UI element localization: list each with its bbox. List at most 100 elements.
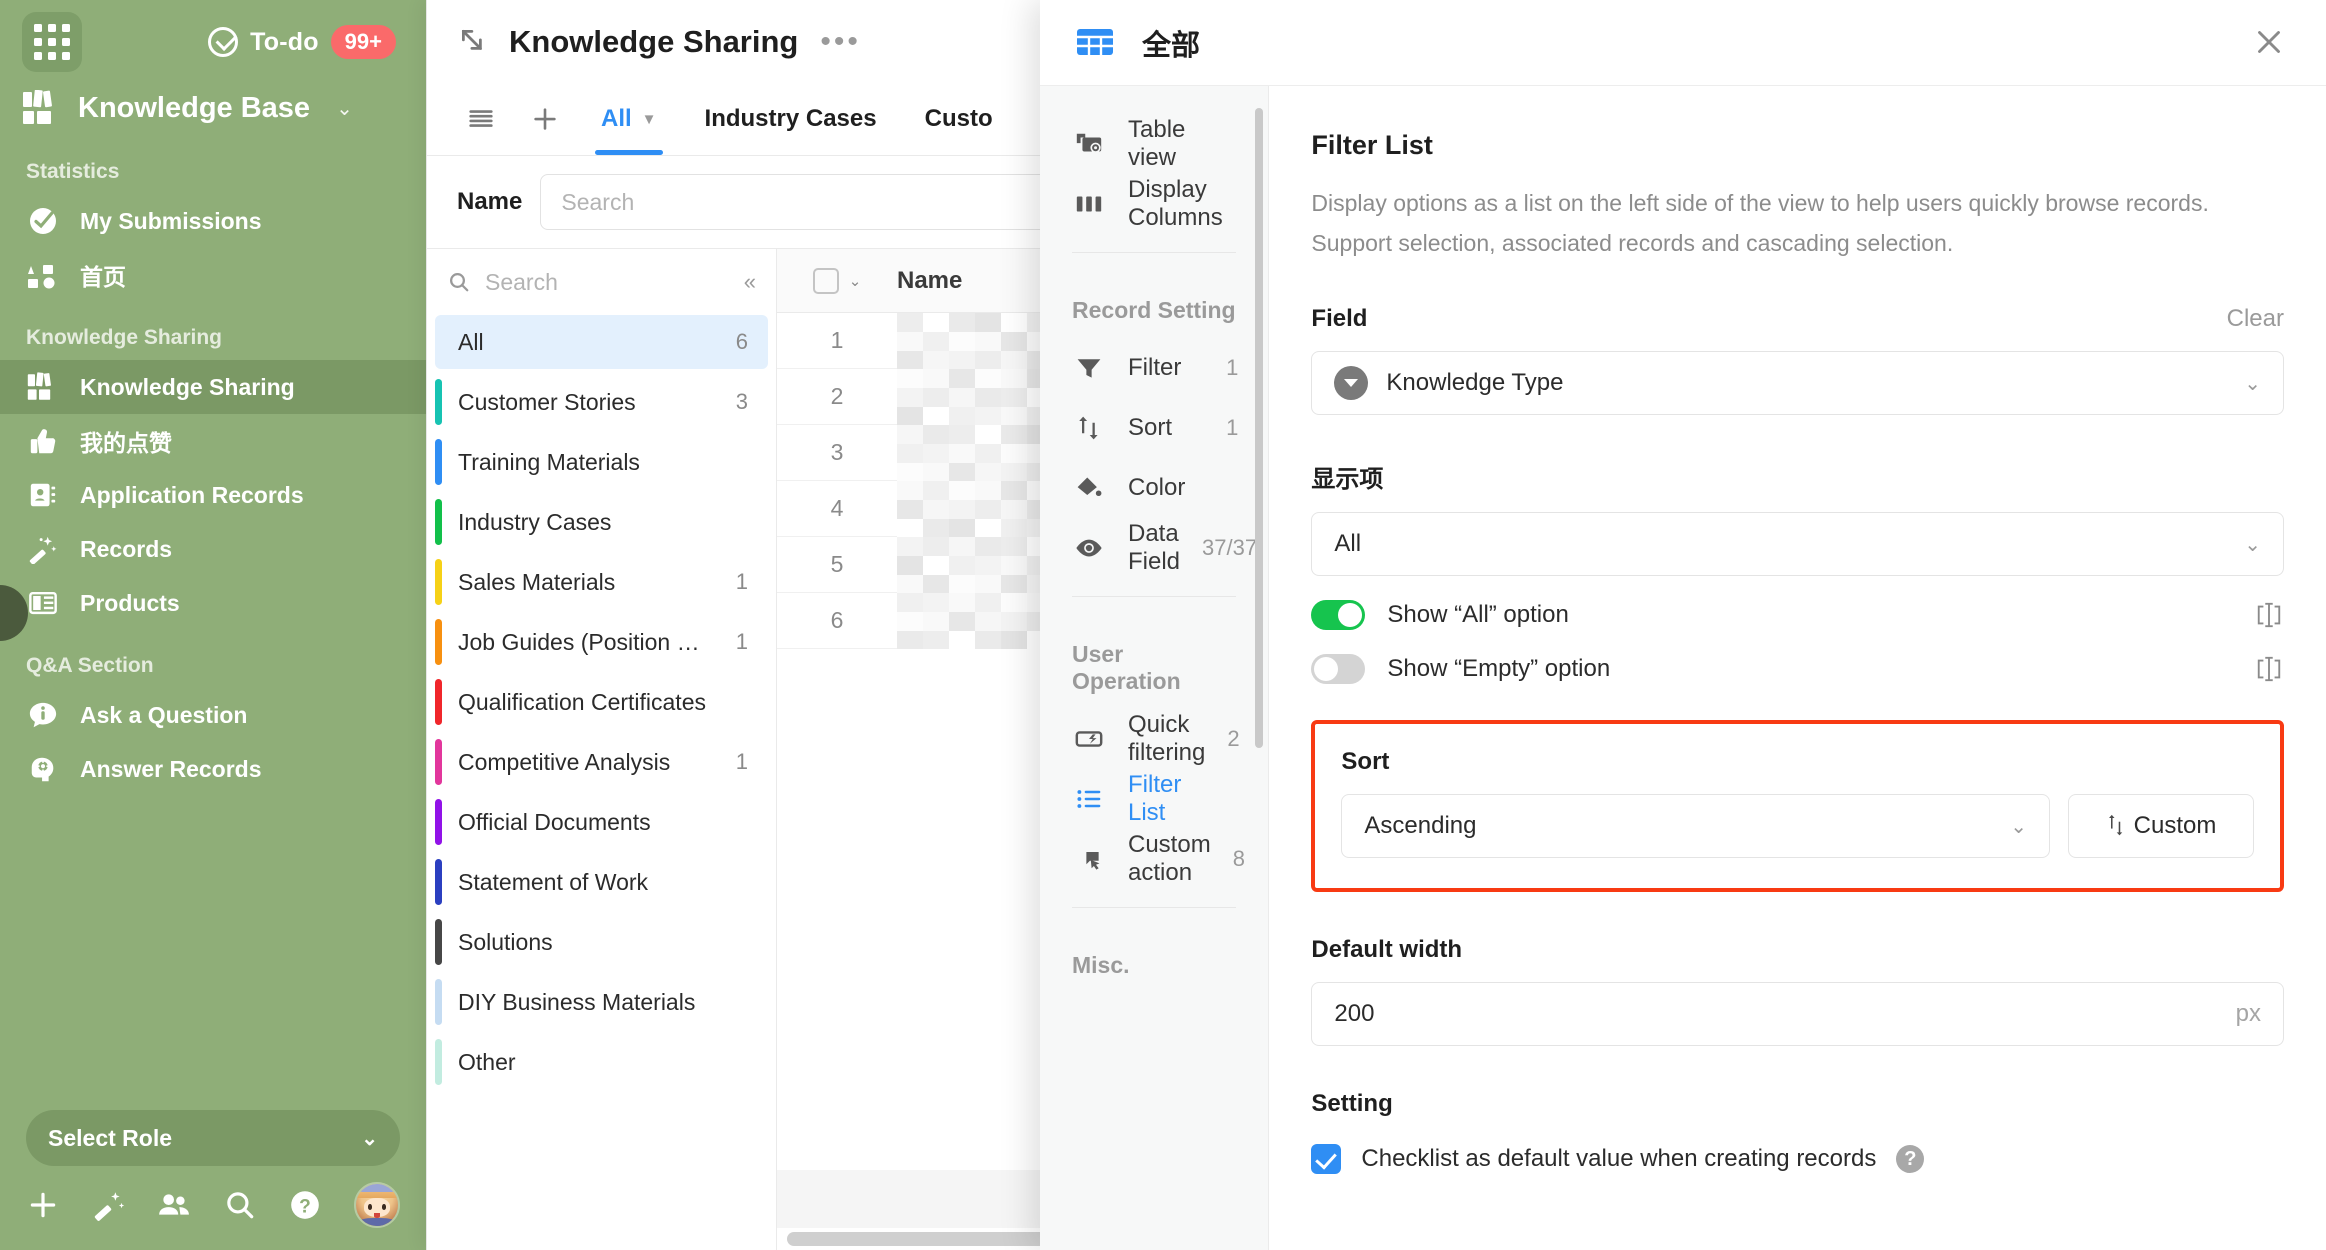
field-select[interactable]: Knowledge Type ⌄ xyxy=(1311,351,2284,415)
menu-item-label: Filter List xyxy=(1128,771,1182,826)
add-view-button[interactable] xyxy=(513,83,577,155)
people-icon[interactable] xyxy=(157,1188,223,1222)
row-number: 5 xyxy=(830,551,844,577)
field-label: Field xyxy=(1311,305,1368,332)
help-icon[interactable]: ? xyxy=(1896,1145,1925,1173)
filter-color-bar xyxy=(435,739,442,785)
custom-sort-button[interactable]: Custom xyxy=(2068,794,2254,858)
add-button[interactable] xyxy=(26,1188,92,1222)
select-all-checkbox[interactable]: ⌄ xyxy=(777,267,897,294)
filter-list-item-label: Training Materials xyxy=(458,448,640,475)
rename-option-icon[interactable] xyxy=(2254,655,2284,683)
filter-list-item[interactable]: All 6 xyxy=(435,315,768,369)
tab-industry-cases[interactable]: Industry Cases xyxy=(681,83,901,155)
sidebar-item-answer-records[interactable]: Answer Records xyxy=(0,742,426,796)
filter-list-item-count: 1 xyxy=(735,569,748,594)
sidebar-item-label: Products xyxy=(80,589,180,616)
info-bubble-icon xyxy=(26,698,60,732)
menu-item-table-view[interactable]: Table view xyxy=(1040,114,1268,174)
expand-icon[interactable] xyxy=(457,25,491,59)
menu-item-display-columns[interactable]: Display Columns xyxy=(1040,174,1268,234)
menu-item-count: 8 xyxy=(1232,846,1245,871)
filter-color-bar xyxy=(435,1039,442,1085)
collapse-icon[interactable]: « xyxy=(744,269,756,295)
menu-item-color[interactable]: Color xyxy=(1040,458,1268,518)
filter-color-bar xyxy=(435,859,442,905)
sidebar-item-label: Records xyxy=(80,535,173,562)
select-role-dropdown[interactable]: Select Role ⌄ xyxy=(26,1110,400,1166)
sidebar-item-home[interactable]: 首页 xyxy=(0,248,426,302)
sidebar-item-my-submissions[interactable]: My Submissions xyxy=(0,194,426,248)
filter-list-item[interactable]: Official Documents xyxy=(435,795,768,849)
workspace-switcher[interactable]: Knowledge Base ⌄ xyxy=(0,84,426,136)
filter-list-item-label: Job Guides (Position … xyxy=(458,628,700,655)
filter-list-item-label: Other xyxy=(458,1048,516,1075)
filter-list-pane: Search « All 6 Customer Stories 3 Training M… xyxy=(427,249,777,1250)
sidebar-item-records[interactable]: Records xyxy=(0,522,426,576)
more-options-icon[interactable]: ••• xyxy=(820,27,861,57)
sidebar-item-knowledge-sharing[interactable]: Knowledge Sharing xyxy=(0,360,426,414)
filter-list-item[interactable]: Customer Stories 3 xyxy=(435,375,768,429)
close-icon[interactable] xyxy=(2250,23,2290,63)
chevron-down-icon: ⌄ xyxy=(2244,533,2261,556)
rename-option-icon[interactable] xyxy=(2254,601,2284,629)
avatar[interactable] xyxy=(353,1182,400,1228)
search-input[interactable]: Search xyxy=(540,174,1121,230)
checklist-default-checkbox[interactable] xyxy=(1311,1144,1342,1174)
column-header-name: Name xyxy=(897,266,963,294)
filter-color-bar xyxy=(435,679,442,725)
filter-list-item-label: Qualification Certificates xyxy=(458,688,706,715)
menu-item-sort[interactable]: Sort 1 xyxy=(1040,398,1268,458)
filter-list-item[interactable]: Other xyxy=(435,1035,768,1089)
menu-item-label: Display Columns xyxy=(1128,176,1223,231)
filter-list-item[interactable]: Industry Cases xyxy=(435,495,768,549)
search-icon[interactable] xyxy=(223,1188,289,1222)
filter-color-bar xyxy=(435,319,442,365)
contact-card-icon xyxy=(26,478,60,512)
list-menu-icon[interactable] xyxy=(449,83,513,155)
sidebar-item-ask-a-question[interactable]: Ask a Question xyxy=(0,688,426,742)
filter-list-item-label: Solutions xyxy=(458,928,553,955)
clear-button[interactable]: Clear xyxy=(2227,305,2284,333)
columns-icon xyxy=(1072,187,1106,221)
tab-all[interactable]: All ▼ xyxy=(577,83,681,155)
filter-list-item[interactable]: Statement of Work xyxy=(435,855,768,909)
sort-order-value: Ascending xyxy=(1364,812,1477,839)
magic-icon[interactable] xyxy=(92,1188,158,1222)
filter-list-item[interactable]: Qualification Certificates xyxy=(435,675,768,729)
tab-customer[interactable]: Custo xyxy=(901,83,1017,155)
menu-item-quick-filtering[interactable]: Quick filtering 2 xyxy=(1040,709,1268,769)
sidebar-item-my-likes[interactable]: 我的点赞 xyxy=(0,414,426,468)
menu-item-data-field[interactable]: Data Field 37/37 xyxy=(1040,518,1268,578)
sort-arrows-icon xyxy=(2108,814,2122,836)
filter-list-search[interactable]: Search « xyxy=(427,249,776,315)
sidebar-item-application-records[interactable]: Application Records xyxy=(0,468,426,522)
filter-list-item[interactable]: Competitive Analysis 1 xyxy=(435,735,768,789)
chevron-down-icon: ⌄ xyxy=(848,272,862,290)
filter-list-item[interactable]: Solutions xyxy=(435,915,768,969)
menu-section-user-operation: User Operation xyxy=(1072,641,1181,694)
help-icon[interactable]: ? xyxy=(288,1188,354,1222)
menu-section-misc: Misc. xyxy=(1072,952,1130,978)
menu-item-filter[interactable]: Filter 1 xyxy=(1040,338,1268,398)
menu-scrollbar[interactable] xyxy=(1255,108,1264,748)
show-all-option-toggle[interactable] xyxy=(1311,600,1366,630)
todo-button[interactable]: To-do 99+ xyxy=(208,25,404,59)
filter-list-item[interactable]: DIY Business Materials xyxy=(435,975,768,1029)
show-empty-option-toggle[interactable] xyxy=(1311,654,1366,684)
content-title: Filter List xyxy=(1311,130,1433,160)
magic-wand-icon xyxy=(26,532,60,566)
menu-item-custom-action[interactable]: Custom action 8 xyxy=(1040,829,1268,889)
filter-list-item[interactable]: Sales Materials 1 xyxy=(435,555,768,609)
filter-list-item[interactable]: Job Guides (Position … 1 xyxy=(435,615,768,669)
filter-list-item[interactable]: Training Materials xyxy=(435,435,768,489)
sort-order-select[interactable]: Ascending ⌄ xyxy=(1341,794,2050,858)
default-width-input[interactable]: 200 px xyxy=(1311,982,2284,1046)
todo-count-badge: 99+ xyxy=(330,25,396,59)
app-grid-button[interactable] xyxy=(22,12,82,72)
menu-item-filter-list[interactable]: Filter List xyxy=(1040,769,1268,829)
filter-color-bar xyxy=(435,439,442,485)
sidebar-item-products[interactable]: Products xyxy=(0,576,426,630)
single-select-icon xyxy=(1334,366,1369,400)
display-items-select[interactable]: All ⌄ xyxy=(1311,512,2284,576)
